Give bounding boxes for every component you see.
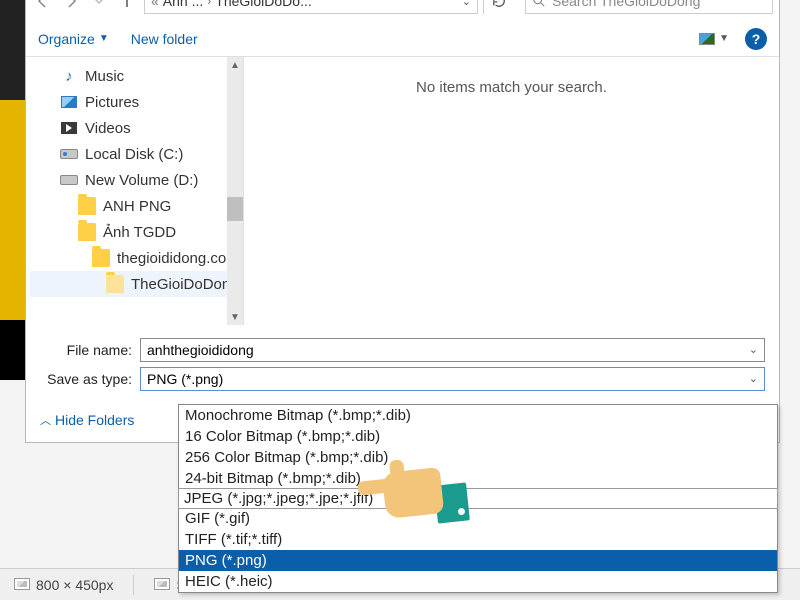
- breadcrumb-seg[interactable]: Anh ...: [163, 0, 203, 9]
- tree-item-videos[interactable]: Videos: [30, 115, 243, 141]
- address-bar[interactable]: « Anh ... › TheGioiDoDo... ⌄: [144, 0, 478, 14]
- tree-item-thegioididong[interactable]: thegioididong.co: [30, 245, 243, 271]
- nav-back-icon[interactable]: [32, 0, 54, 12]
- pictures-icon: [60, 93, 78, 111]
- file-name-input[interactable]: anhthegioididong ⌄: [140, 338, 765, 362]
- image-icon: [14, 578, 30, 590]
- music-icon: ♪: [60, 67, 78, 85]
- organize-button[interactable]: Organize ▼: [38, 31, 109, 47]
- tree-item-music[interactable]: ♪ Music: [30, 63, 243, 89]
- hide-folders-button[interactable]: ︿ Hide Folders: [40, 412, 134, 428]
- tree-item-anh-tgdd[interactable]: Ảnh TGDD: [30, 219, 243, 245]
- refresh-icon[interactable]: [483, 0, 513, 14]
- background-strip: [0, 0, 28, 380]
- save-as-type-label: Save as type:: [40, 371, 140, 387]
- dropdown-item[interactable]: 16 Color Bitmap (*.bmp;*.dib): [179, 426, 777, 447]
- tree-item-new-volume-d[interactable]: New Volume (D:): [30, 167, 243, 193]
- nav-forward-icon: [60, 0, 82, 12]
- help-icon[interactable]: ?: [745, 28, 767, 50]
- nav-up-icon[interactable]: [116, 0, 138, 12]
- view-swatch-icon: [699, 33, 715, 45]
- folder-icon: [78, 223, 96, 241]
- file-name-label: File name:: [40, 342, 140, 358]
- dialog-body: ♪ Music Pictures Videos Local Disk (C:): [26, 57, 779, 325]
- new-folder-button[interactable]: New folder: [131, 31, 198, 47]
- search-placeholder: Search TheGioiDoDong: [552, 0, 700, 9]
- scroll-down-icon[interactable]: ▼: [227, 309, 243, 325]
- videos-icon: [60, 119, 78, 137]
- tree-item-local-disk-c[interactable]: Local Disk (C:): [30, 141, 243, 167]
- chevron-down-icon[interactable]: ⌄: [749, 343, 758, 356]
- dropdown-item[interactable]: TIFF (*.tif;*.tiff): [179, 529, 777, 550]
- drive-icon: [60, 171, 78, 189]
- tree-item-anh-png[interactable]: ANH PNG: [30, 193, 243, 219]
- save-fields: File name: anhthegioididong ⌄ Save as ty…: [26, 325, 779, 400]
- chevron-down-icon: ▼: [99, 33, 109, 44]
- dropdown-item-png[interactable]: PNG (*.png): [179, 550, 777, 571]
- dropdown-item[interactable]: Monochrome Bitmap (*.bmp;*.dib): [179, 405, 777, 426]
- chevron-right-icon: ›: [207, 0, 211, 8]
- tree-item-pictures[interactable]: Pictures: [30, 89, 243, 115]
- address-bar-row: « Anh ... › TheGioiDoDo... ⌄ Search TheG…: [26, 0, 779, 21]
- file-list: No items match your search.: [244, 57, 779, 325]
- folder-icon: [92, 249, 110, 267]
- view-mode-button[interactable]: ▼: [699, 33, 729, 45]
- folder-icon: [78, 197, 96, 215]
- dropdown-item[interactable]: 256 Color Bitmap (*.bmp;*.dib): [179, 447, 777, 468]
- divider: [133, 575, 134, 595]
- scroll-up-icon[interactable]: ▲: [227, 57, 243, 73]
- chevron-down-icon[interactable]: ⌄: [462, 0, 471, 8]
- chevron-down-icon[interactable]: ⌄: [749, 372, 758, 385]
- chevron-up-icon: ︿: [40, 412, 51, 428]
- save-as-type-select[interactable]: PNG (*.png) ⌄: [140, 367, 765, 391]
- scroll-thumb[interactable]: [227, 197, 243, 221]
- sidebar-scrollbar[interactable]: [227, 57, 243, 325]
- dropdown-item[interactable]: HEIC (*.heic): [179, 571, 777, 592]
- search-icon: [532, 0, 546, 8]
- disk-icon: [154, 578, 170, 590]
- chevron-down-icon: ▼: [719, 33, 729, 44]
- breadcrumb-seg[interactable]: TheGioiDoDo...: [215, 0, 311, 9]
- empty-message: No items match your search.: [416, 79, 607, 96]
- status-dimensions: 800 × 450px: [14, 577, 113, 593]
- folder-tree[interactable]: ♪ Music Pictures Videos Local Disk (C:): [26, 57, 244, 325]
- file-type-dropdown[interactable]: Monochrome Bitmap (*.bmp;*.dib) 16 Color…: [178, 404, 778, 593]
- search-input[interactable]: Search TheGioiDoDong: [525, 0, 773, 14]
- drive-icon: [60, 145, 78, 163]
- nav-recent-icon[interactable]: [88, 0, 110, 12]
- dropdown-item[interactable]: GIF (*.gif): [179, 508, 777, 529]
- save-dialog: « Anh ... › TheGioiDoDo... ⌄ Search TheG…: [25, 0, 780, 443]
- folder-open-icon: [106, 275, 124, 293]
- toolbar: Organize ▼ New folder ▼ ?: [26, 21, 779, 57]
- dropdown-item-jpeg[interactable]: JPEG (*.jpg;*.jpeg;*.jpe;*.jfif): [178, 488, 778, 509]
- tree-item-thegioidodong[interactable]: TheGioiDoDong: [30, 271, 243, 297]
- dropdown-item[interactable]: 24-bit Bitmap (*.bmp;*.dib): [179, 468, 777, 489]
